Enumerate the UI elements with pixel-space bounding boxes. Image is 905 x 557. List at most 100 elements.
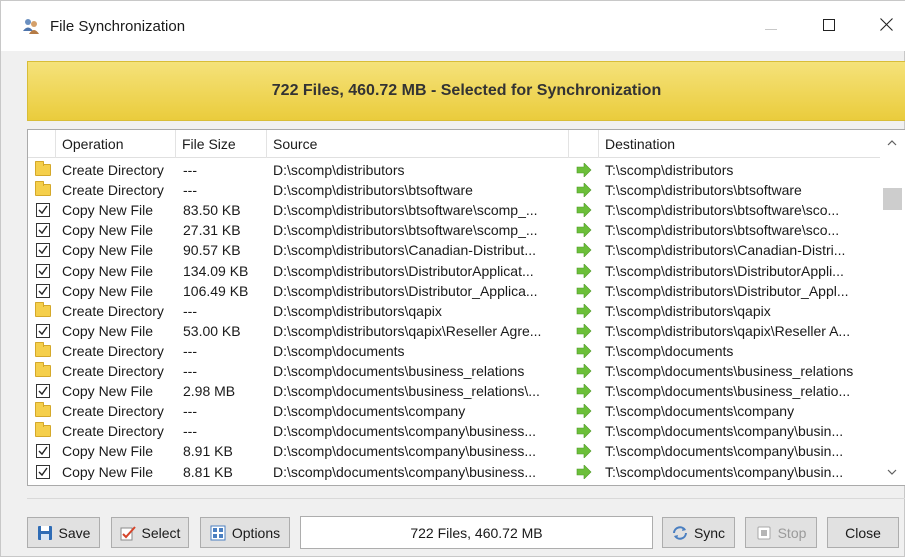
options-grid-icon [210,525,226,541]
header-source[interactable]: Source [267,130,569,158]
save-label: Save [58,524,91,541]
table-row[interactable]: Create Directory --- D:\scomp\documents\co… [28,401,880,421]
source-path-cell: D:\scomp\documents\company\business... [273,423,537,440]
table-row[interactable]: Create Directory --- D:\scomp\documents\bu… [28,361,880,381]
arrow-right-icon [574,321,594,341]
table-row[interactable]: Copy New File 134.09 KB D:\scomp\distribut… [28,261,880,281]
destination-path-cell: T:\scomp\distributors\btsoftware [605,182,802,199]
close-button[interactable]: Close [827,517,899,548]
table-row[interactable]: Copy New File 53.00 KB D:\scomp\distributo… [28,321,880,341]
arrow-right-icon [574,401,594,421]
checkmark-icon [36,323,50,338]
checkmark-icon [36,263,50,278]
table-header: Operation File Size Source Destination [28,130,880,158]
close-icon [879,18,893,34]
operation-cell: Copy New File [62,202,154,219]
sync-file-list[interactable]: Operation File Size Source Destination C… [27,129,905,486]
table-row[interactable]: Copy New File 27.31 KB D:\scomp\distributo… [28,220,880,240]
destination-path-cell: T:\scomp\distributors\btsoftware\sco... [605,222,840,239]
close-window-button[interactable] [864,11,905,41]
destination-path-cell: T:\scomp\distributors\DistributorAppli..… [605,262,844,279]
arrow-right-icon [574,421,594,441]
checkmark-icon [36,283,50,298]
table-row[interactable]: Create Directory --- D:\scomp\distributors… [28,180,880,200]
destination-path-cell: T:\scomp\documents\company\busin... [605,423,844,440]
operation-cell: Copy New File [62,222,154,239]
header-destination[interactable]: Destination [599,130,880,158]
table-row[interactable]: Copy New File 90.57 KB D:\scomp\distributo… [28,240,880,260]
table-row[interactable]: Create Directory --- D:\scomp\documents\co… [28,421,880,441]
table-row[interactable]: Copy New File 106.49 KB D:\scomp\distribut… [28,281,880,301]
destination-path-cell: T:\scomp\distributors\btsoftware\sco... [605,202,840,219]
file-size-cell: --- [183,363,197,379]
row-checkbox[interactable] [34,200,54,220]
source-path-cell: D:\scomp\documents\business_relations [273,363,525,379]
source-path-cell: D:\scomp\distributors\btsoftware\scomp_.… [273,222,538,239]
select-button[interactable]: Select [111,517,189,548]
source-path-cell: D:\scomp\distributors\Canadian-Distribut… [273,242,536,259]
checkmark-icon [36,203,50,218]
options-label: Options [231,524,281,541]
folder-icon [34,341,54,361]
header-file-size[interactable]: File Size [176,130,267,158]
row-checkbox[interactable] [34,281,54,301]
arrow-right-icon [574,261,594,281]
row-checkbox[interactable] [34,261,54,281]
floppy-disk-icon [37,525,53,541]
table-row[interactable]: Copy New File 2.98 MB D:\scomp\documents\b… [28,381,880,401]
table-row[interactable]: Create Directory --- D:\scomp\documents T:\… [28,341,880,361]
maximize-icon [823,18,835,34]
header-direction[interactable] [569,130,599,158]
source-path-cell: D:\scomp\documents\business_relations\..… [273,383,540,400]
arrow-right-icon [574,220,594,240]
folder-icon [34,180,54,200]
row-checkbox[interactable] [34,381,54,401]
source-path-cell: D:\scomp\distributors\qapix\Reseller Agr… [273,322,542,339]
table-row[interactable]: Copy New File 8.91 KB D:\scomp\documents\c… [28,441,880,461]
file-size-cell: --- [183,403,197,420]
table-row[interactable]: Copy New File 83.50 KB D:\scomp\distributo… [28,200,880,220]
vertical-scrollbar[interactable] [880,130,905,485]
file-sync-window: File Synchronization 722 Files, 460.72 M… [0,0,905,557]
sync-button[interactable]: Sync [662,517,735,548]
operation-cell: Copy New File [62,443,154,460]
scrollbar-thumb[interactable] [883,188,902,210]
table-row[interactable]: Create Directory --- D:\scomp\distributors… [28,160,880,180]
save-button[interactable]: Save [27,517,100,548]
arrow-right-icon [574,281,594,301]
operation-cell: Copy New File [62,242,154,259]
row-checkbox[interactable] [34,321,54,341]
row-checkbox[interactable] [34,240,54,260]
scroll-up-icon[interactable] [885,136,899,150]
selection-status-field: 722 Files, 460.72 MB [300,516,653,549]
source-path-cell: D:\scomp\documents\company\business... [273,463,537,480]
folder-icon [34,160,54,180]
file-size-cell: --- [183,162,197,178]
checkmark-icon [36,464,50,479]
table-row[interactable]: Create Directory --- D:\scomp\distributors… [28,301,880,321]
scroll-down-icon[interactable] [885,465,899,479]
people-sync-icon [22,17,40,35]
arrow-right-icon [574,200,594,220]
minimize-button[interactable] [749,11,793,41]
row-checkbox[interactable] [34,441,54,461]
minimize-icon [765,18,777,34]
row-checkbox[interactable] [34,462,54,482]
stop-button[interactable]: Stop [745,517,817,548]
source-path-cell: D:\scomp\documents\company [273,403,466,420]
select-checklist-icon [120,525,136,541]
header-select[interactable] [28,130,56,158]
title-bar: File Synchronization [1,1,905,51]
file-size-cell: 53.00 KB [183,322,241,339]
maximize-button[interactable] [807,11,851,41]
folder-icon [34,421,54,441]
destination-path-cell: T:\scomp\distributors\Distributor_Appl..… [605,282,849,299]
options-button[interactable]: Options [200,517,290,548]
row-checkbox[interactable] [34,220,54,240]
table-row[interactable]: Copy New File 8.81 KB D:\scomp\documents\c… [28,462,880,482]
stop-label: Stop [777,524,807,541]
operation-cell: Create Directory [62,302,164,319]
selection-status-text: 722 Files, 460.72 MB [410,524,543,541]
header-operation[interactable]: Operation [56,130,176,158]
arrow-right-icon [574,160,594,180]
